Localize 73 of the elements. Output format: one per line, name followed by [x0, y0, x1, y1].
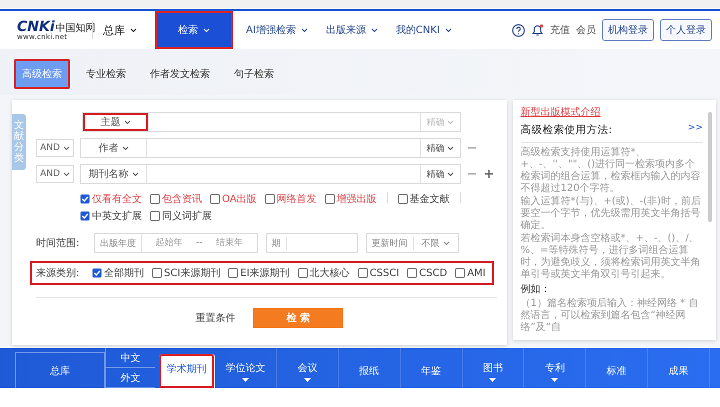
caret-icon	[62, 172, 70, 176]
dropdown-icon	[304, 378, 311, 382]
field-label: 时间范围:	[36, 236, 80, 250]
caret-icon	[132, 172, 138, 176]
nav-menu[interactable]: 检索	[155, 11, 233, 49]
dropdown-icon	[242, 378, 249, 382]
search-type-tab[interactable]: 专业检索	[78, 59, 134, 89]
caret-icon	[122, 146, 128, 150]
year-range-field[interactable]: 出版年度 起始年 -- 结束年	[94, 233, 258, 253]
database-tab[interactable]: 学术期刊	[159, 354, 215, 388]
search-type-tab[interactable]: 句子检索	[226, 59, 282, 89]
help-title: 高级检索使用方法:	[520, 123, 612, 137]
checkbox-option[interactable]: CSSCI	[358, 268, 400, 278]
caret-icon	[62, 146, 70, 150]
caret-icon	[446, 172, 454, 176]
logic-operator-select[interactable]: AND	[36, 139, 74, 157]
checkbox-option[interactable]: SCI来源期刊	[152, 266, 220, 280]
publishing-mode-link[interactable]: 新型出版模式介绍	[520, 107, 601, 118]
search-type-tab[interactable]: 作者发文检索	[142, 59, 218, 89]
logic-operator-select[interactable]: AND	[36, 165, 74, 183]
checkbox-option[interactable]: 仅看有全文	[80, 192, 142, 206]
checkbox-option[interactable]: OA出版	[210, 192, 257, 206]
issue-field[interactable]: 期	[266, 233, 358, 253]
login-button[interactable]: 机构登录	[602, 19, 654, 41]
logo-wordmark: CNKi	[17, 20, 55, 34]
caret-icon	[444, 28, 452, 32]
reset-button[interactable]: 重置条件	[189, 310, 242, 326]
add-row-button[interactable]: +	[483, 168, 494, 180]
search-field[interactable]: 期刊名称 精确	[80, 164, 461, 184]
update-time-select[interactable]: 不限	[414, 236, 458, 250]
help-text: 高级检索支持使用运算符*、+、-、''、""、()进行同一检索项内多个检索词的组合运算，检索框内输入的内容不得超过120个字符。	[520, 147, 702, 195]
checkbox-option[interactable]: AMI	[455, 268, 486, 278]
remove-row-button[interactable]: −	[466, 168, 478, 180]
header-link[interactable]: 会员	[576, 23, 596, 37]
checkbox-option[interactable]: EI来源期刊	[228, 266, 290, 280]
checkbox-option[interactable]: 全部期刊	[92, 266, 144, 280]
help-text: （1）篇名检索项后输入：神经网络 * 自然语言，可以检索到篇名包含“神经网络”及“自	[520, 298, 700, 334]
search-field[interactable]: 作者 精确	[80, 138, 461, 158]
caret-icon	[446, 146, 454, 150]
dropdown-icon	[551, 378, 558, 382]
checkbox-option[interactable]: 网络首发	[264, 192, 317, 206]
caret-icon	[446, 120, 454, 124]
checkbox-option[interactable]: 北大核心	[298, 266, 350, 280]
field-label: 期	[266, 236, 286, 250]
caret-icon	[124, 120, 130, 124]
range-separator: --	[196, 238, 202, 248]
checkbox-option[interactable]: CSCD	[407, 268, 448, 278]
remove-row-button[interactable]: −	[466, 142, 478, 154]
checkbox-option[interactable]: 增强出版	[324, 192, 377, 206]
language-tab[interactable]: 中文	[105, 348, 155, 368]
caret-icon	[442, 240, 450, 246]
search-field[interactable]: 主题 精确	[82, 112, 461, 132]
caret-icon	[203, 28, 210, 32]
update-time-field[interactable]: 更新时间 不限	[366, 233, 458, 253]
field-label: 更新时间	[366, 236, 414, 250]
checkbox-option[interactable]: 中英文扩展	[80, 209, 142, 223]
help-text: 输入运算符*(与)、+(或)、-(非)时，前后要空一个字节，优先级需用英文半角括号确定。	[520, 196, 702, 232]
field-select[interactable]: 主题	[83, 113, 149, 131]
dropdown-icon	[489, 378, 496, 382]
help-text: 若检索词本身含空格或*、+、-、()、/、%、=等特殊符号，进行多词组合运算时，为避免歧义，须将检索词用英文半角单引号或英文半角双引号引起来。	[520, 233, 702, 281]
login-button[interactable]: 个人登录	[660, 19, 712, 41]
checkbox-option[interactable]: 基金文献	[398, 192, 450, 206]
header-link[interactable]: 充值	[550, 23, 570, 37]
caret-icon	[130, 28, 137, 32]
caret-icon	[370, 28, 378, 32]
caret-icon	[300, 28, 308, 32]
checkbox-option[interactable]: 包含资讯	[150, 192, 202, 206]
checkbox-option[interactable]: 同义词扩展	[150, 209, 212, 223]
bell-icon[interactable]	[531, 23, 544, 37]
expand-link[interactable]: >>	[688, 123, 703, 137]
field-label: 来源类别:	[36, 266, 80, 280]
help-icon[interactable]	[512, 24, 525, 36]
example-heading: 例如：	[520, 284, 552, 296]
